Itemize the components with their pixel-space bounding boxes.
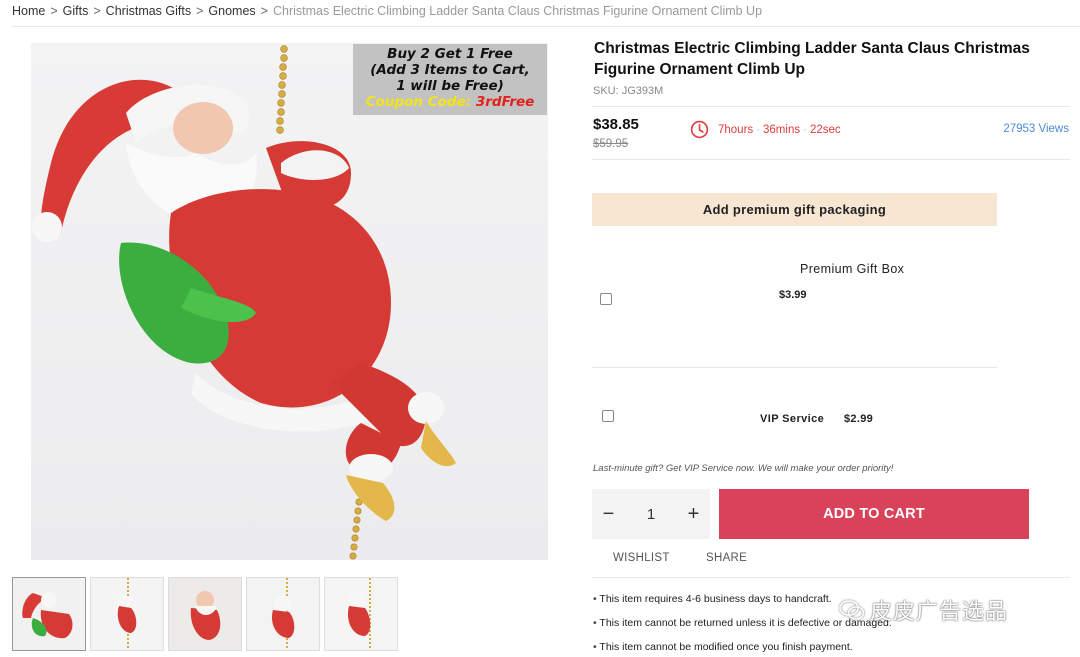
thumbnail-4[interactable] [246,577,320,651]
quantity-value[interactable]: 1 [625,506,677,523]
thumbnail-3[interactable] [168,577,242,651]
main-product-image[interactable] [31,43,548,560]
policy-item: This item cannot be modified once you fi… [593,640,892,657]
breadcrumb-gnomes-link[interactable]: Gnomes [208,4,255,18]
breadcrumb-home-link[interactable]: Home [12,4,45,18]
thumbnail-santa-image [247,578,319,650]
gift-box-checkbox[interactable] [600,293,612,305]
santa-climbing-illustration [32,45,456,560]
thumbnail-2[interactable] [90,577,164,651]
thumbnail-5[interactable] [324,577,398,651]
coupon-label: Coupon Code: [365,94,476,110]
product-title: Christmas Electric Climbing Ladder Santa… [594,40,1030,78]
thumbnail-strip [12,577,398,651]
countdown-timer: 7hours · 36mins · 22sec [690,120,841,139]
vip-service-checkbox[interactable] [602,410,614,422]
coupon-code: 3rdFree [475,94,535,110]
divider [592,159,1070,160]
breadcrumb-separator: > [93,4,101,18]
product-sku: SKU: JG393M [593,85,664,97]
breadcrumb-separator: > [196,4,204,18]
vip-note: Last-minute gift? Get VIP Service now. W… [593,463,894,474]
thumbnail-santa-image [13,578,85,650]
wechat-icon [839,600,865,620]
countdown-secs: 22sec [809,123,841,136]
watermark-text: 皮皮广告选品 [870,600,1009,625]
clock-icon [690,120,709,139]
vip-service-label: VIP Service [760,413,825,425]
view-count: 27953 Views [1003,123,1069,135]
quantity-increase-button[interactable]: + [677,503,710,526]
coupon-line: Coupon Code: 3rdFree [353,94,547,110]
countdown-separator: · [756,123,761,136]
thumbnail-santa-image [91,578,163,650]
gift-box-price: $3.99 [779,289,807,301]
breadcrumb-separator: > [260,4,268,18]
thumbnail-santa-image [169,578,241,650]
add-to-cart-button[interactable]: ADD TO CART [719,489,1029,539]
divider [592,577,1070,578]
quantity-decrease-button[interactable]: − [592,503,625,526]
breadcrumb-current: Christmas Electric Climbing Ladder Santa… [272,4,763,18]
breadcrumb: Home > Gifts > Christmas Gifts > Gnomes > Christ… [12,4,762,18]
promo-line-2: (Add 3 Items to Cart, [370,62,530,78]
original-price: $59.95 [593,138,629,150]
divider [592,367,997,368]
breadcrumb-divider [12,26,1080,27]
breadcrumb-gifts-link[interactable]: Gifts [63,4,89,18]
thumbnail-santa-image [325,578,397,650]
promo-banner: Buy 2 Get 1 Free (Add 3 Items to Cart, 1… [353,44,547,115]
quantity-stepper: − 1 + [592,489,710,539]
countdown-separator: · [803,123,807,136]
promo-line-3: 1 will be Free) [396,78,504,94]
vip-service-price: $2.99 [844,413,874,425]
thumbnail-1[interactable] [12,577,86,651]
countdown-mins: 36mins [763,123,801,136]
gift-box-title: Premium Gift Box [800,262,905,276]
promo-line-1: Buy 2 Get 1 Free [387,46,513,62]
divider [592,106,1070,107]
wishlist-button[interactable]: WISHLIST [613,552,670,564]
countdown-hours: 7hours [718,123,754,136]
add-gift-packaging-button[interactable]: Add premium gift packaging [592,193,997,226]
current-price: $38.85 [593,116,639,133]
breadcrumb-christmas-gifts-link[interactable]: Christmas Gifts [106,4,191,18]
share-button[interactable]: SHARE [706,552,747,564]
breadcrumb-separator: > [50,4,58,18]
watermark: 皮皮广告选品 [838,594,1008,626]
